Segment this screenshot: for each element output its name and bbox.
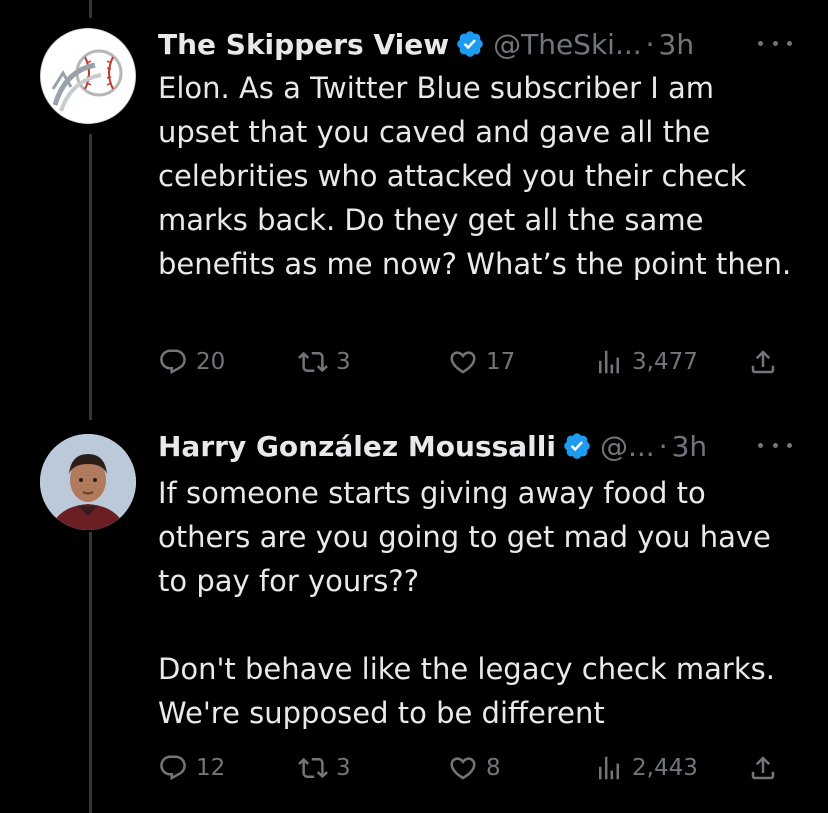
avatar[interactable] (40, 434, 136, 530)
reply-button[interactable]: 20 (158, 344, 225, 380)
verified-badge-icon (562, 431, 592, 461)
more-options-icon[interactable] (758, 28, 792, 58)
views-count: 3,477 (632, 349, 698, 375)
tweet-text: If someone starts giving away food to ot… (158, 476, 775, 730)
reply-count: 12 (196, 755, 226, 781)
reply-icon (160, 755, 186, 781)
views-count: 2,443 (632, 755, 698, 781)
reply-icon (160, 349, 186, 375)
profile-photo-avatar (40, 434, 136, 530)
tweet[interactable]: Harry González Moussalli @... · 3h If so… (0, 400, 828, 813)
views-button[interactable]: 3,477 (594, 344, 698, 380)
like-button[interactable]: 17 (448, 344, 515, 380)
display-name[interactable]: Harry González Moussalli (158, 430, 556, 463)
display-name[interactable]: The Skippers View (158, 28, 449, 61)
tweet-actions: 12 3 8 2,443 (158, 750, 788, 786)
views-chart-icon (599, 350, 619, 374)
more-options-icon[interactable] (758, 430, 792, 460)
tweet-text: Elon. As a Twitter Blue subscriber I am … (158, 71, 792, 281)
share-button[interactable] (748, 750, 786, 786)
timestamp[interactable]: 3h (659, 28, 695, 61)
retweet-count: 3 (336, 755, 351, 781)
verified-badge-icon (455, 29, 485, 59)
views-button[interactable]: 2,443 (594, 750, 698, 786)
tweet-header: The Skippers View @TheSki... · 3h (158, 24, 792, 64)
reply-button[interactable]: 12 (158, 750, 225, 786)
share-icon (751, 350, 775, 374)
like-count: 8 (486, 755, 501, 781)
heart-icon (450, 757, 476, 780)
timestamp[interactable]: 3h (672, 430, 708, 463)
tweet-actions: 20 3 17 3,477 (158, 344, 788, 380)
like-count: 17 (486, 349, 516, 375)
separator-dot: · (645, 27, 655, 61)
views-chart-icon (599, 756, 619, 780)
retweet-icon (298, 351, 328, 373)
separator-dot: · (658, 429, 668, 463)
tweet-header: Harry González Moussalli @... · 3h (158, 426, 792, 466)
share-icon (751, 756, 775, 780)
retweet-button[interactable]: 3 (298, 344, 351, 380)
avatar[interactable] (40, 28, 136, 124)
retweet-count: 3 (336, 349, 351, 375)
username[interactable]: @TheSki... (493, 28, 642, 61)
share-button[interactable] (748, 344, 786, 380)
username[interactable]: @... (600, 430, 655, 463)
retweet-button[interactable]: 3 (298, 750, 351, 786)
tweet[interactable]: The Skippers View @TheSki... · 3h Elon. … (0, 0, 828, 400)
like-button[interactable]: 8 (448, 750, 501, 786)
retweet-icon (298, 757, 328, 779)
baseball-logo-icon (41, 29, 135, 123)
heart-icon (450, 351, 476, 374)
reply-count: 20 (196, 349, 226, 375)
